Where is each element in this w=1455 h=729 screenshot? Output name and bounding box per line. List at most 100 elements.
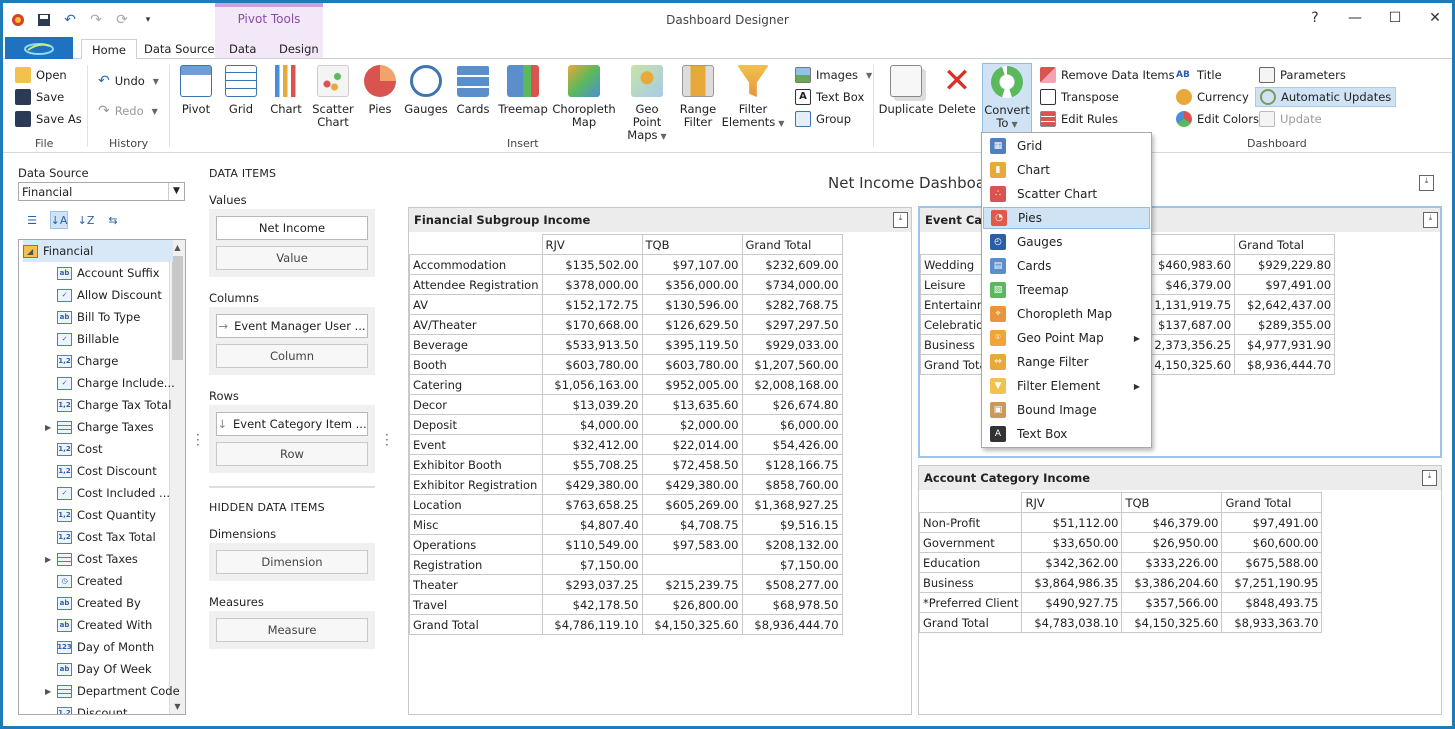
group-by-type-icon[interactable]: ☰ — [23, 211, 41, 229]
table-cell[interactable]: $357,566.00 — [1121, 592, 1223, 613]
tree-expand-icon[interactable]: ▶ — [45, 423, 51, 432]
save-button[interactable]: Save — [15, 87, 64, 107]
tree-field-created[interactable]: ◷ Created — [57, 570, 123, 592]
row-header[interactable]: Exhibitor Registration — [409, 474, 543, 495]
table-cell[interactable]: $603,780.00 — [541, 354, 643, 375]
row-header[interactable]: Exhibitor Booth — [409, 454, 543, 475]
table-cell[interactable]: $170,668.00 — [541, 314, 643, 335]
table-cell[interactable]: $97,107.00 — [641, 254, 743, 275]
table-cell[interactable]: $293,037.25 — [541, 574, 643, 595]
column-header[interactable]: RJV — [541, 234, 643, 255]
row-header[interactable]: AV/Theater — [409, 314, 543, 335]
tree-field-created-with[interactable]: ab Created With — [57, 614, 152, 636]
measures-drop-target[interactable]: Measure — [216, 618, 368, 642]
column-header[interactable]: RJV — [1021, 492, 1123, 513]
table-cell[interactable]: $1,368,927.25 — [741, 494, 843, 515]
table-cell[interactable]: $2,000.00 — [641, 414, 743, 435]
table-cell[interactable]: $6,000.00 — [741, 414, 843, 435]
convert-menu-item-cards[interactable]: ▤ Cards — [983, 255, 1150, 277]
table-cell[interactable] — [641, 554, 743, 575]
insert-pivot-button[interactable]: Pivot — [177, 65, 215, 116]
row-header[interactable]: Non-Profit — [919, 512, 1023, 533]
insert-cards-button[interactable]: Cards — [455, 65, 491, 116]
dashboard-export-icon[interactable]: ⤓ — [1419, 175, 1434, 191]
table-cell[interactable]: $675,588.00 — [1221, 552, 1323, 573]
table-cell[interactable]: $97,583.00 — [641, 534, 743, 555]
table-cell[interactable]: $3,386,204.60 — [1121, 572, 1223, 593]
convert-menu-item-range-filter[interactable]: ⇔ Range Filter — [983, 351, 1150, 373]
row-header[interactable]: Decor — [409, 394, 543, 415]
rows-drop-target[interactable]: Row — [216, 442, 368, 466]
table-cell[interactable]: $110,549.00 — [541, 534, 643, 555]
tree-field-charge-include[interactable]: ✓ Charge Include... — [57, 372, 175, 394]
table-cell[interactable]: $128,166.75 — [741, 454, 843, 475]
convert-menu-item-scatter-chart[interactable]: ∴ Scatter Chart — [983, 183, 1150, 205]
table-cell[interactable]: $68,978.50 — [741, 594, 843, 615]
convert-menu-item-treemap[interactable]: ▧ Treemap — [983, 279, 1150, 301]
insert-grid-button[interactable]: Grid — [223, 65, 259, 116]
transpose-button[interactable]: Transpose — [1040, 87, 1119, 107]
table-cell[interactable]: $4,708.75 — [641, 514, 743, 535]
row-header[interactable]: Grand Total — [409, 614, 543, 635]
tab-data-source[interactable]: Data Source — [134, 39, 225, 59]
convert-menu-item-bound-image[interactable]: ▣ Bound Image — [983, 399, 1150, 421]
insert-pies-button[interactable]: Pies — [363, 65, 397, 116]
convert-menu-item-gauges[interactable]: ◴ Gauges — [983, 231, 1150, 253]
table-cell[interactable]: $152,172.75 — [541, 294, 643, 315]
table-cell[interactable]: $8,936,444.70 — [1234, 354, 1336, 375]
tree-field-billable[interactable]: ✓ Billable — [57, 328, 119, 350]
table-cell[interactable]: $4,807.40 — [541, 514, 643, 535]
table-cell[interactable]: $33,650.00 — [1021, 532, 1123, 553]
table-cell[interactable]: $333,226.00 — [1121, 552, 1223, 573]
table-cell[interactable]: $8,933,363.70 — [1221, 612, 1323, 633]
delete-button[interactable]: ✕ Delete — [937, 64, 977, 116]
minimize-icon[interactable]: — — [1346, 9, 1364, 27]
table-cell[interactable]: $7,150.00 — [741, 554, 843, 575]
row-header[interactable]: Catering — [409, 374, 543, 395]
redo-button[interactable]: ↷ Redo ▼ — [98, 101, 158, 121]
table-cell[interactable]: $97,491.00 — [1234, 274, 1336, 295]
table-cell[interactable]: $356,000.00 — [641, 274, 743, 295]
table-cell[interactable]: $4,786,119.10 — [541, 614, 643, 635]
insert-range-filter-button[interactable]: Range Filter — [679, 65, 717, 129]
columns-drop-target[interactable]: Column — [216, 344, 368, 368]
update-button[interactable]: Update — [1259, 109, 1322, 129]
column-header[interactable]: Grand Total — [1234, 234, 1336, 255]
tab-design[interactable]: Design — [269, 39, 329, 59]
refresh-fields-icon[interactable]: ⇆ — [104, 211, 122, 229]
convert-menu-item-text-box[interactable]: A Text Box — [983, 423, 1150, 445]
table-cell[interactable]: $22,014.00 — [641, 434, 743, 455]
tree-root-financial[interactable]: Financial — [23, 240, 173, 262]
scrollbar-thumb[interactable] — [172, 256, 183, 360]
table-cell[interactable]: $26,950.00 — [1121, 532, 1223, 553]
row-header[interactable]: Education — [919, 552, 1023, 573]
convert-menu-item-filter-element[interactable]: ▼ Filter Element ▶ — [983, 375, 1150, 397]
table-cell[interactable]: $429,380.00 — [541, 474, 643, 495]
table-cell[interactable]: $490,927.75 — [1021, 592, 1123, 613]
table-cell[interactable]: $135,502.00 — [541, 254, 643, 275]
table-cell[interactable]: $1,207,560.00 — [741, 354, 843, 375]
row-header[interactable]: Government — [919, 532, 1023, 553]
table-cell[interactable]: $297,297.50 — [741, 314, 843, 335]
tree-expand-icon[interactable]: ▶ — [45, 687, 51, 696]
table-cell[interactable]: $13,635.60 — [641, 394, 743, 415]
open-button[interactable]: Open — [15, 65, 67, 85]
data-source-select[interactable]: Financial ▼ — [18, 182, 185, 201]
table-cell[interactable]: $289,355.00 — [1234, 314, 1336, 335]
values-drop-target[interactable]: Value — [216, 246, 368, 270]
convert-menu-item-grid[interactable]: ▦ Grid — [983, 135, 1150, 157]
table-cell[interactable]: $7,150.00 — [541, 554, 643, 575]
insert-choropleth-map-button[interactable]: Choropleth Map — [552, 65, 616, 129]
convert-to-button[interactable]: Convert To ▼ — [982, 63, 1032, 133]
tree-field-charge-taxes[interactable]: Charge Taxes — [57, 416, 154, 438]
automatic-updates-toggle[interactable]: Automatic Updates — [1255, 87, 1397, 107]
column-header[interactable]: TQB — [1121, 492, 1223, 513]
row-header[interactable]: Registration — [409, 554, 543, 575]
table-cell[interactable]: $215,239.75 — [641, 574, 743, 595]
table-cell[interactable]: $858,760.00 — [741, 474, 843, 495]
table-cell[interactable]: $55,708.25 — [541, 454, 643, 475]
row-header[interactable]: Misc — [409, 514, 543, 535]
table-cell[interactable]: $4,150,325.60 — [641, 614, 743, 635]
tree-scrollbar[interactable]: ▲ ▼ — [169, 240, 185, 714]
remove-data-items-button[interactable]: Remove Data Items — [1040, 65, 1175, 85]
